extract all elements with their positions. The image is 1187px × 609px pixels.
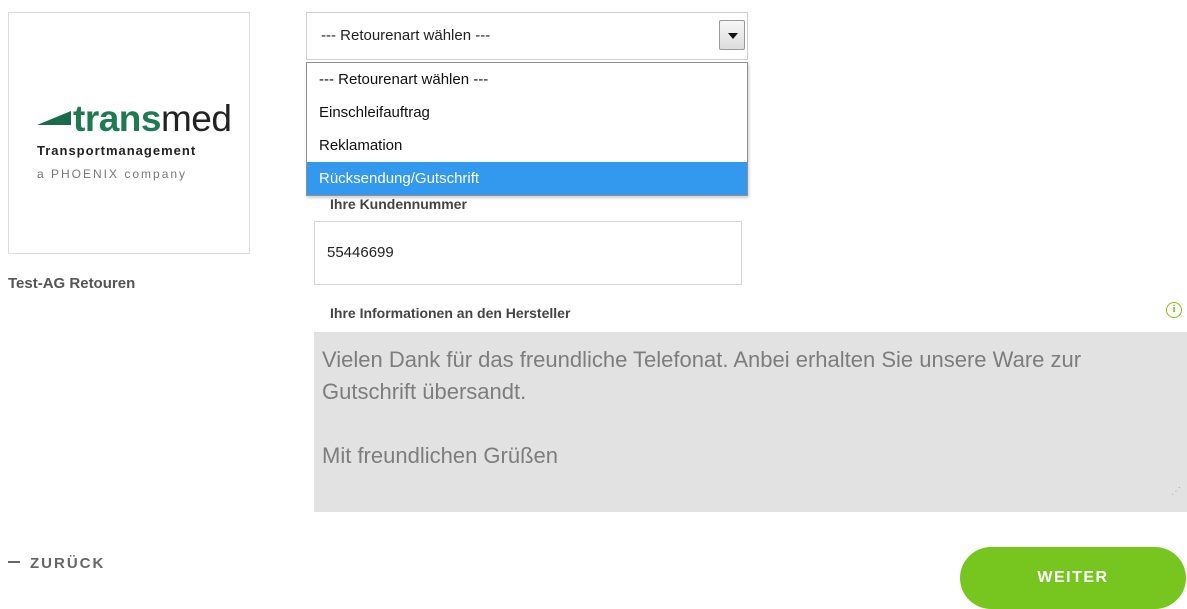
dropdown-option[interactable]: Reklamation (307, 129, 747, 162)
logo-subtitle: Transportmanagement (37, 143, 197, 158)
return-type-selected-value: --- Retourenart wählen --- (321, 27, 491, 44)
resize-grip-icon[interactable]: ⋰ (1171, 476, 1181, 508)
company-logo: transmed Transportmanagement a PHOENIX c… (8, 12, 250, 254)
dropdown-option[interactable]: --- Retourenart wählen --- (307, 63, 747, 96)
dash-icon (8, 561, 20, 563)
logo-tagline: a PHOENIX company (37, 167, 188, 181)
customer-number-label: Ihre Kundennummer (330, 196, 467, 212)
company-name: Test-AG Retouren (8, 275, 136, 292)
chevron-down-icon[interactable] (719, 20, 745, 50)
logo-wedge-icon (37, 111, 71, 125)
logo-brand-part1: trans (73, 98, 161, 139)
manufacturer-info-text: Vielen Dank für das freundliche Telefona… (322, 347, 1082, 468)
back-label: ZURÜCK (30, 555, 106, 572)
manufacturer-info-textarea[interactable]: Vielen Dank für das freundliche Telefona… (314, 332, 1187, 512)
back-link[interactable]: ZURÜCK (8, 555, 105, 572)
dropdown-option-highlighted[interactable]: Rücksendung/Gutschrift (307, 162, 747, 195)
return-type-select[interactable]: --- Retourenart wählen --- (306, 12, 748, 60)
logo-brand-part2: med (160, 98, 232, 139)
return-type-dropdown: --- Retourenart wählen --- Einschleifauf… (306, 62, 748, 196)
logo-wordmark: transmed (37, 98, 232, 139)
dropdown-option[interactable]: Einschleifauftrag (307, 96, 747, 129)
info-icon[interactable]: i (1166, 302, 1182, 318)
manufacturer-info-label: Ihre Informationen an den Hersteller (330, 305, 571, 321)
customer-number-field[interactable]: 55446699 (314, 221, 742, 285)
next-button[interactable]: WEITER (960, 547, 1186, 609)
